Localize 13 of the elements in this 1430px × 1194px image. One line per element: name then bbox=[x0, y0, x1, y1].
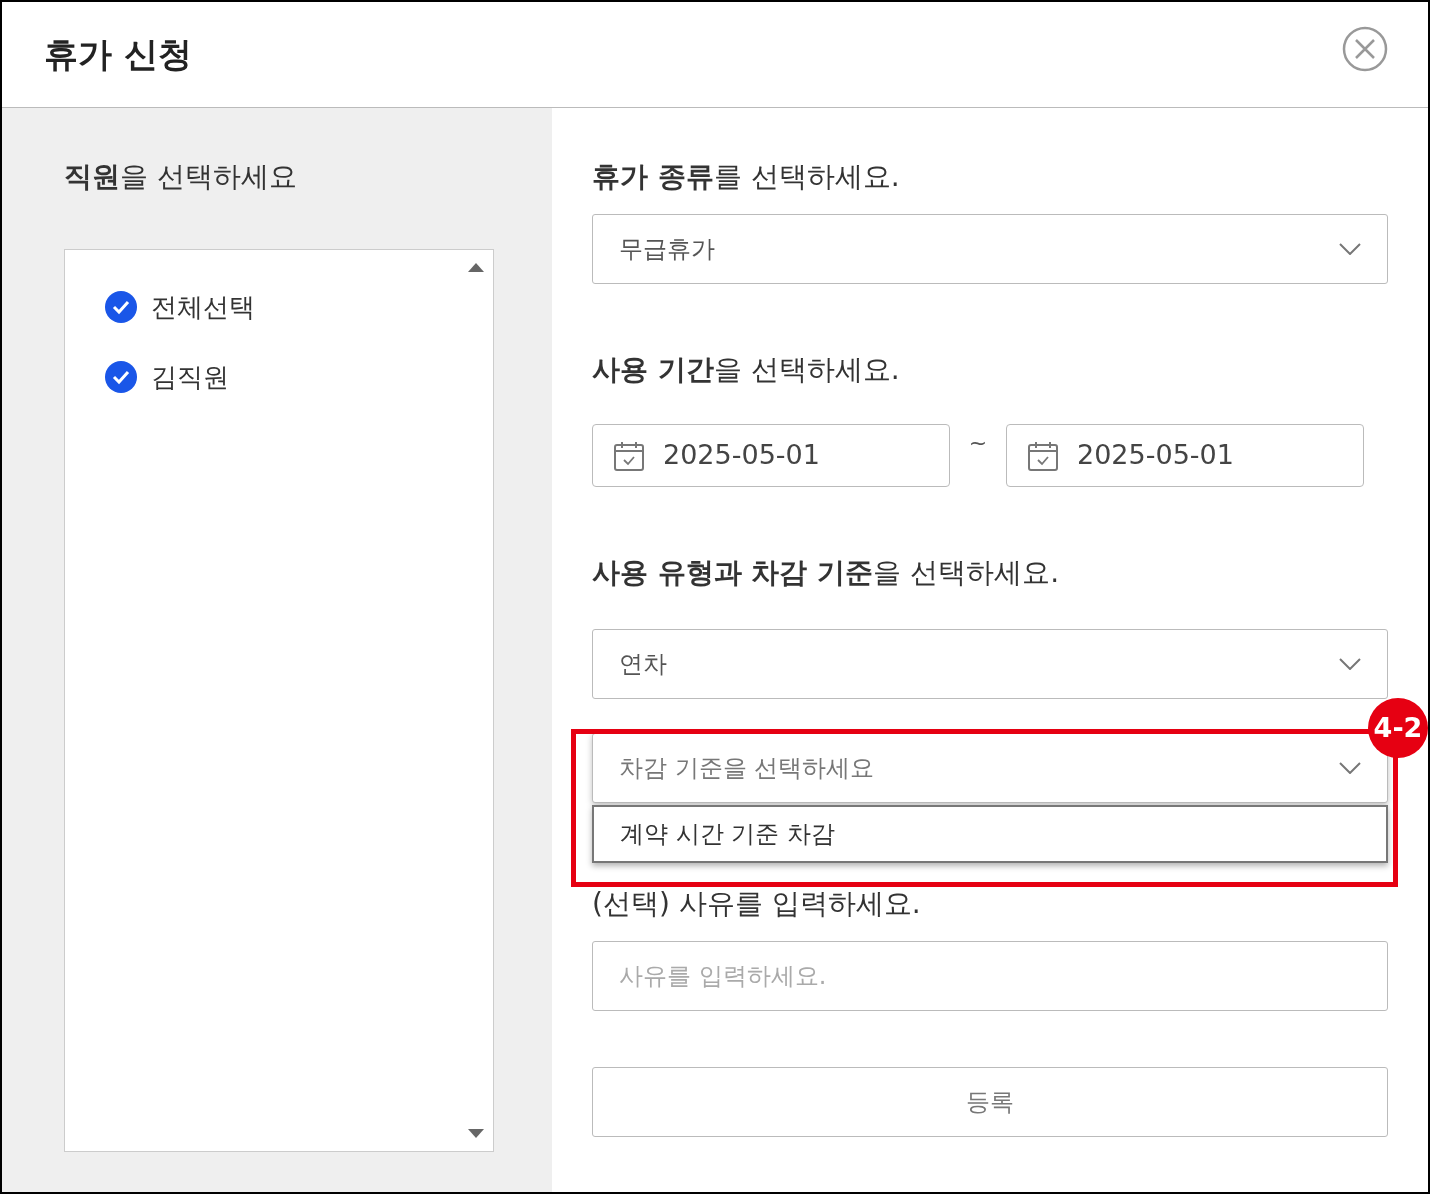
date-value: 2025-05-01 bbox=[663, 438, 820, 473]
select-placeholder: 차감 기준을 선택하세요 bbox=[619, 753, 875, 784]
section-heading: 사용 유형과 차감 기준을 선택하세요. bbox=[592, 556, 1061, 590]
section-heading: 사용 기간을 선택하세요. bbox=[592, 353, 901, 387]
date-value: 2025-05-01 bbox=[1077, 438, 1234, 473]
range-separator: ~ bbox=[967, 432, 989, 454]
dialog-title: 휴가 신청 bbox=[44, 33, 192, 76]
section-heading: (선택) 사유를 입력하세요. bbox=[592, 887, 922, 921]
select-value: 무급휴가 bbox=[619, 234, 715, 265]
select-value: 연차 bbox=[619, 649, 667, 680]
section-heading: 직원을 선택하세요 bbox=[64, 160, 298, 194]
section-heading: 휴가 종류를 선택하세요. bbox=[592, 160, 901, 194]
annotation-badge: 4-2 bbox=[1368, 698, 1428, 758]
